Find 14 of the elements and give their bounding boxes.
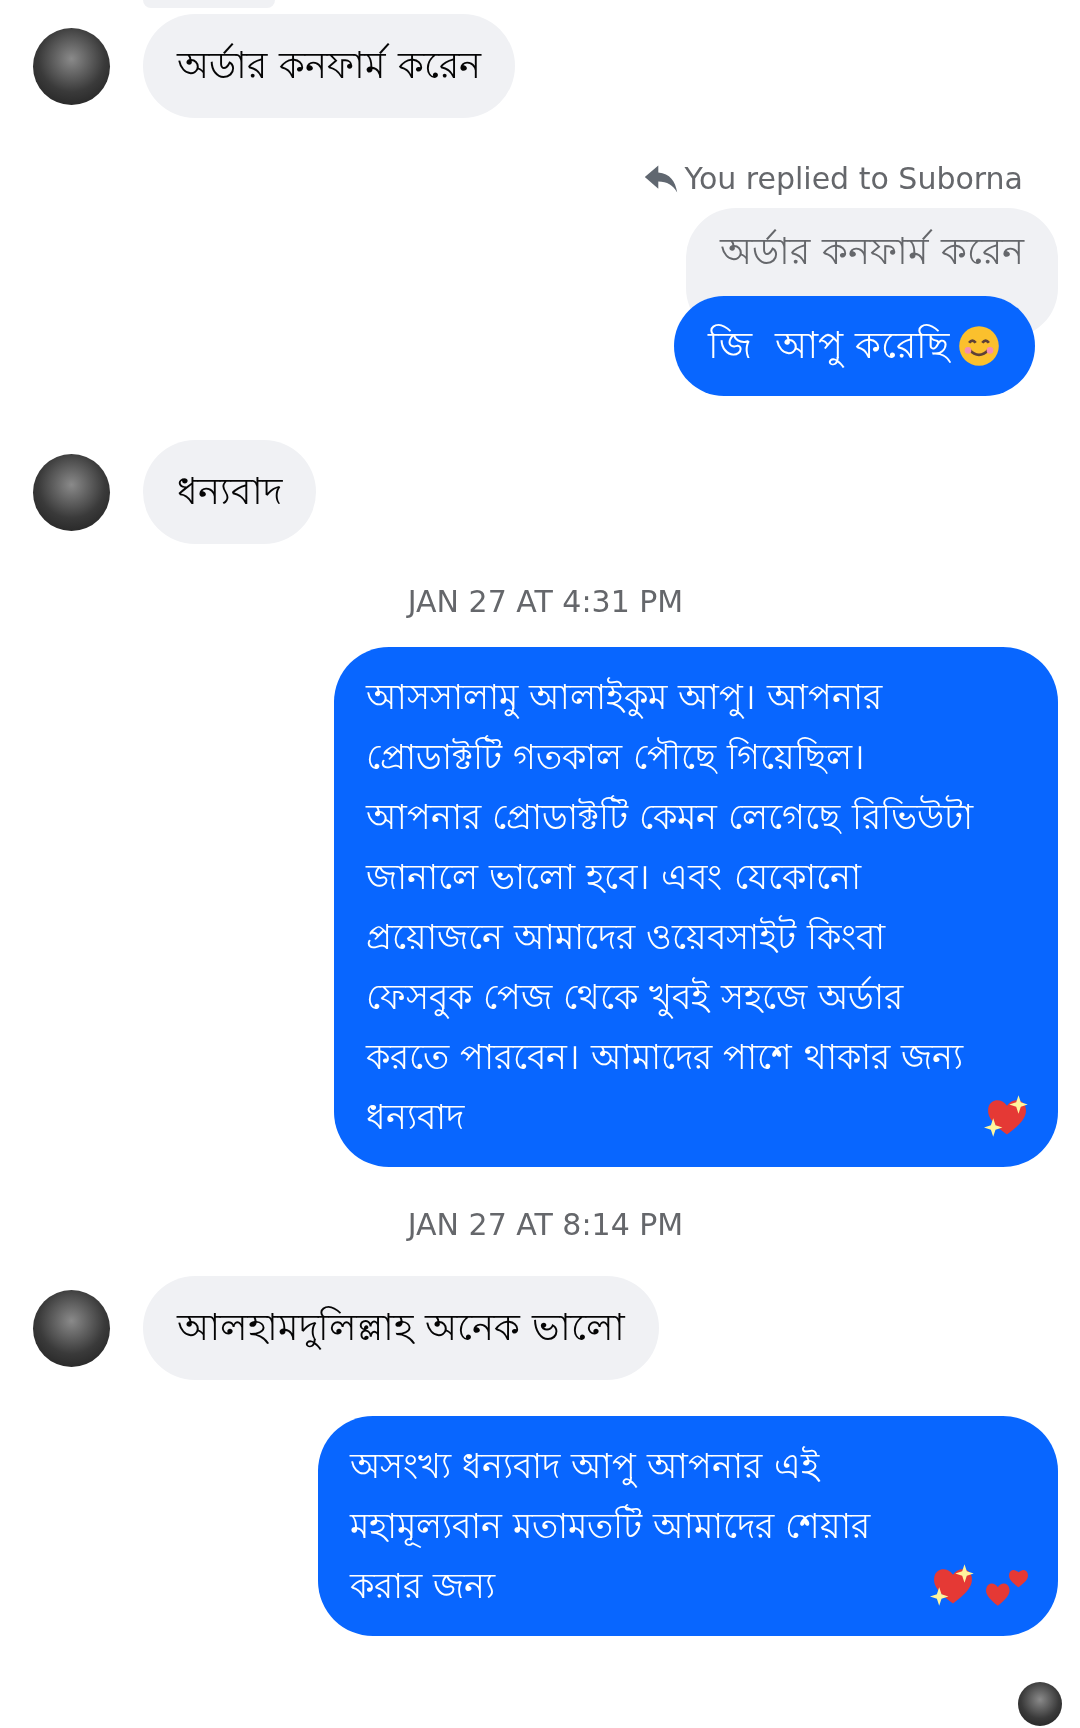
message-text: আলহামদুলিল্লাহ অনেক ভালো — [177, 1306, 625, 1349]
message-text: অসংখ্য ধন্যবাদ আপু আপনার এই মহামূল্যবান মতামতটি আমাদের শেয়ার করার জন্য — [350, 1445, 872, 1608]
reply-label: You replied to Suborna — [684, 160, 1023, 196]
message-text: জি আপু করেছি — [707, 323, 949, 370]
message-text: অর্ডার কনফার্ম করেন — [177, 44, 481, 87]
timestamp: JAN 27 AT 4:31 PM — [407, 584, 684, 619]
smiling-face-icon — [957, 324, 1001, 368]
message-text: আসসালামু আলাইকুম আপু। আপনার প্রোডাক্টটি গতকাল পৌছে গিয়েছিল। আপনার প্রোডাক্টটি কেমন লেগেছে রিভিউটা জানালে ভালো হবে। এবং যেকোনো প্রয়োজনে আমাদের ওয়েবসাইট কিংবা ফেসবুক পেজ থেকে খুবই সহজে অর্ডার করতে পারবেন। আমাদের পাশে থাকার জন্য ধন্যবাদ — [366, 676, 975, 1139]
sparkling-heart-icon — [930, 1562, 976, 1608]
seen-avatar — [1018, 1682, 1062, 1726]
message-text: ধন্যবাদ — [177, 470, 282, 513]
quoted-text: অর্ডার কনফার্ম করেন — [720, 230, 1024, 273]
sparkling-heart-icon — [984, 1093, 1030, 1139]
timestamp: JAN 27 AT 8:14 PM — [407, 1207, 684, 1242]
